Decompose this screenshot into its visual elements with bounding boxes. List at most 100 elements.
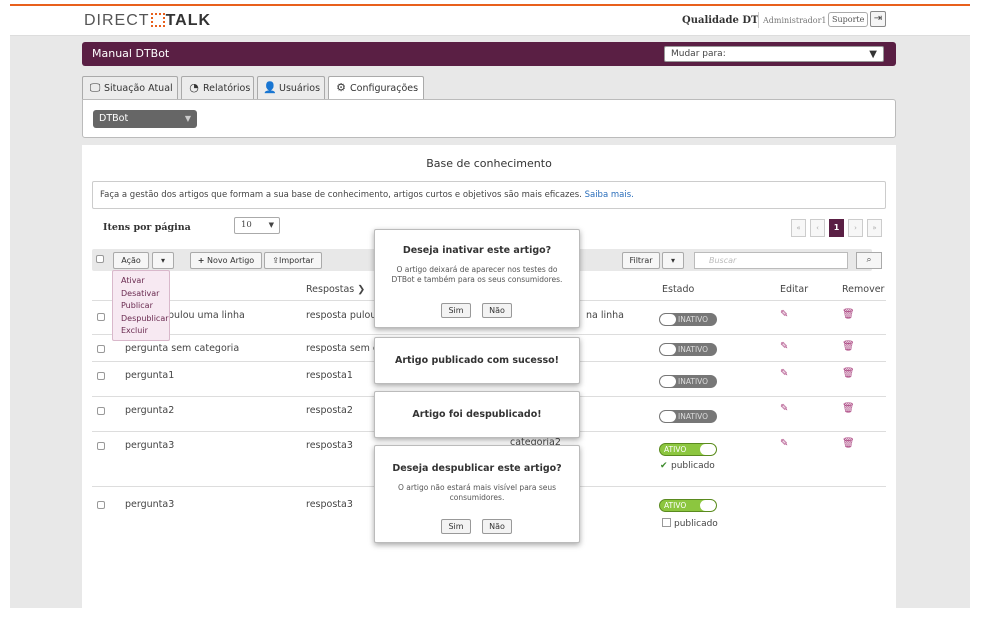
toggle-knob bbox=[660, 411, 676, 422]
tab-label: Relatórios bbox=[203, 83, 251, 94]
row-checkbox[interactable] bbox=[97, 501, 105, 509]
published-checkbox[interactable] bbox=[662, 518, 671, 527]
filter-button[interactable]: Filtrar bbox=[622, 252, 660, 269]
logout-icon[interactable]: ⇥ bbox=[870, 11, 886, 27]
switch-bot-select[interactable]: Mudar para: ▼ bbox=[664, 46, 884, 62]
column-header-state: Estado bbox=[662, 284, 695, 295]
learn-more-link[interactable]: Saiba mais. bbox=[585, 190, 634, 200]
trash-icon[interactable]: 🗑 bbox=[842, 341, 855, 352]
select-all-checkbox[interactable] bbox=[96, 255, 104, 263]
menu-item-publicar[interactable]: Publicar bbox=[121, 300, 169, 313]
company-name: Qualidade DT bbox=[682, 15, 759, 26]
status-toggle[interactable]: ATIVO bbox=[659, 499, 717, 512]
column-header-edit: Editar bbox=[780, 284, 809, 295]
toggle-knob bbox=[660, 314, 676, 325]
toggle-knob bbox=[660, 344, 676, 355]
edit-icon[interactable]: ✎ bbox=[780, 403, 788, 414]
support-button[interactable]: Suporte bbox=[828, 12, 869, 27]
menu-item-despublicar[interactable]: Despublicar bbox=[121, 313, 169, 326]
question-cell: pergunta3 bbox=[125, 440, 175, 451]
status-toggle[interactable]: INATIVO bbox=[659, 313, 717, 326]
confirm-no-button[interactable]: Não bbox=[482, 303, 512, 318]
confirm-yes-button[interactable]: Sim bbox=[441, 303, 471, 318]
tab-configuracoes[interactable]: ⚙ Configurações bbox=[328, 76, 424, 100]
status-label: ATIVO bbox=[664, 501, 687, 510]
toast-message: Artigo foi despublicado! bbox=[412, 409, 542, 420]
question-cell: pergunta2 bbox=[125, 405, 175, 416]
category-cell: na linha bbox=[586, 310, 625, 321]
section-title: Base de conhecimento bbox=[426, 157, 552, 170]
upload-icon: ⇪ bbox=[272, 256, 279, 265]
confirm-yes-button[interactable]: Sim bbox=[441, 519, 471, 534]
toggle-knob bbox=[660, 376, 676, 387]
trash-icon[interactable]: 🗑 bbox=[842, 403, 855, 414]
edit-icon[interactable]: ✎ bbox=[780, 368, 788, 379]
published-label: publicado bbox=[674, 519, 718, 529]
tab-usuarios[interactable]: 👤 Usuários bbox=[257, 76, 325, 99]
confirm-no-button[interactable]: Não bbox=[482, 519, 512, 534]
column-header-responses[interactable]: Respostas ❯ bbox=[306, 284, 365, 295]
action-caret-button[interactable]: ▾ bbox=[152, 252, 174, 269]
status-toggle[interactable]: ATIVO bbox=[659, 443, 717, 456]
status-toggle[interactable]: INATIVO bbox=[659, 410, 717, 423]
column-header-remove: Remover bbox=[842, 284, 885, 295]
import-button[interactable]: ⇪Importar bbox=[264, 252, 322, 269]
bot-select-panel: DTBot ▼ bbox=[82, 99, 896, 138]
row-checkbox[interactable] bbox=[97, 345, 105, 353]
items-per-page-value: 10 bbox=[241, 220, 252, 230]
row-checkbox[interactable] bbox=[97, 313, 105, 321]
current-page-button[interactable]: 1 bbox=[829, 219, 844, 237]
status-label: INATIVO bbox=[678, 345, 709, 354]
tab-label: Configurações bbox=[350, 83, 419, 94]
dialog-title: Deseja inativar este artigo? bbox=[402, 245, 552, 256]
answer-cell: resposta3 bbox=[306, 499, 353, 510]
import-label: Importar bbox=[278, 256, 314, 265]
edit-icon[interactable]: ✎ bbox=[780, 341, 788, 352]
unpublish-dialog: Deseja despublicar este artigo? O artigo… bbox=[374, 445, 580, 543]
chevron-down-icon: ▼ bbox=[184, 114, 191, 123]
dialog-title: Deseja despublicar este artigo? bbox=[392, 463, 562, 474]
row-checkbox[interactable] bbox=[97, 442, 105, 450]
next-page-button[interactable]: › bbox=[848, 219, 863, 237]
deactivate-dialog: Deseja inativar este artigo? O artigo de… bbox=[374, 229, 580, 328]
dialog-body: O artigo deixará de aparecer nos testes … bbox=[391, 265, 563, 284]
menu-item-excluir[interactable]: Excluir bbox=[121, 325, 169, 338]
status-toggle[interactable]: INATIVO bbox=[659, 375, 717, 388]
toggle-knob bbox=[700, 500, 716, 511]
bot-select[interactable]: DTBot ▼ bbox=[93, 110, 197, 128]
user-name[interactable]: Administrador1 bbox=[763, 16, 827, 25]
published-status: ✔ publicado bbox=[660, 461, 715, 471]
filter-caret-button[interactable]: ▾ bbox=[662, 252, 684, 269]
row-checkbox[interactable] bbox=[97, 407, 105, 415]
last-page-button[interactable]: » bbox=[867, 219, 882, 237]
action-button[interactable]: Ação bbox=[113, 252, 149, 269]
question-cell: pulou uma linha bbox=[168, 310, 245, 321]
first-page-button[interactable]: « bbox=[791, 219, 806, 237]
row-checkbox[interactable] bbox=[97, 372, 105, 380]
trash-icon[interactable]: 🗑 bbox=[842, 368, 855, 379]
status-label: INATIVO bbox=[678, 377, 709, 386]
edit-icon[interactable]: ✎ bbox=[780, 309, 788, 320]
search-button[interactable]: ⌕ bbox=[856, 252, 882, 269]
tab-relatorios[interactable]: ◔ Relatórios bbox=[181, 76, 254, 99]
status-label: INATIVO bbox=[678, 412, 709, 421]
answer-cell: resposta2 bbox=[306, 405, 353, 416]
items-per-page-select[interactable]: 10 ▼ bbox=[234, 217, 280, 234]
answer-cell: resposta3 bbox=[306, 440, 353, 451]
question-cell: pergunta3 bbox=[125, 499, 175, 510]
answer-cell: resposta1 bbox=[306, 370, 353, 381]
menu-item-desativar[interactable]: Desativar bbox=[121, 288, 169, 301]
tab-situacao-atual[interactable]: 🖵 Situação Atual bbox=[82, 76, 178, 99]
new-article-button[interactable]: + Novo Artigo bbox=[190, 252, 262, 269]
gear-icon: ⚙ bbox=[336, 81, 346, 94]
status-label: ATIVO bbox=[664, 445, 687, 454]
menu-item-ativar[interactable]: Ativar bbox=[121, 275, 169, 288]
info-box: Faça a gestão dos artigos que formam a s… bbox=[92, 181, 886, 209]
status-toggle[interactable]: INATIVO bbox=[659, 343, 717, 356]
prev-page-button[interactable]: ‹ bbox=[810, 219, 825, 237]
trash-icon[interactable]: 🗑 bbox=[842, 438, 855, 449]
question-cell: pergunta sem categoria bbox=[125, 343, 240, 354]
search-input[interactable]: Buscar bbox=[694, 252, 848, 269]
edit-icon[interactable]: ✎ bbox=[780, 438, 788, 449]
trash-icon[interactable]: 🗑 bbox=[842, 309, 855, 320]
